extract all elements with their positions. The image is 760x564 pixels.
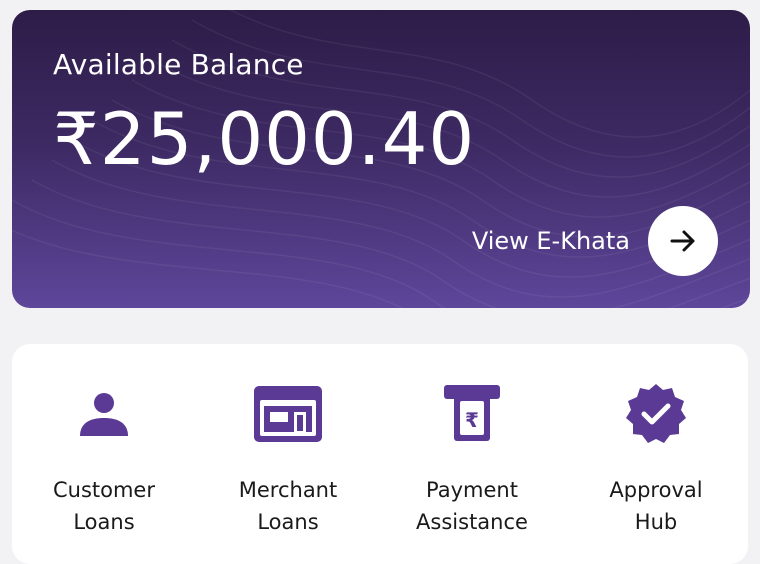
payment-assistance-tile[interactable]: ₹ Payment Assistance xyxy=(380,344,564,552)
view-ekhata-link[interactable]: View E-Khata xyxy=(472,206,718,276)
person-icon xyxy=(64,378,144,450)
ekhata-arrow-button[interactable] xyxy=(648,206,718,276)
balance-label: Available Balance xyxy=(53,48,304,81)
verified-badge-icon xyxy=(616,378,696,450)
balance-amount: ₹25,000.40 xyxy=(53,97,476,181)
rupee-atm-icon: ₹ xyxy=(432,378,512,450)
merchant-loans-label-line1: Merchant xyxy=(238,478,338,502)
services-panel: Customer Loans Merchant Loans ₹ Payment … xyxy=(12,344,748,564)
approval-hub-label-line2: Hub xyxy=(634,510,678,534)
storefront-icon xyxy=(248,378,328,450)
balance-card: Available Balance ₹25,000.40 View E-Khat… xyxy=(12,10,750,308)
approval-hub-tile[interactable]: Approval Hub xyxy=(564,344,748,552)
merchant-loans-label-line2: Loans xyxy=(257,510,319,534)
svg-text:₹: ₹ xyxy=(465,408,479,432)
customer-loans-label-line1: Customer xyxy=(52,478,155,502)
approval-hub-label-line1: Approval xyxy=(609,478,703,502)
arrow-right-icon xyxy=(670,230,695,252)
view-ekhata-label: View E-Khata xyxy=(471,227,630,255)
payment-assistance-label-line2: Assistance xyxy=(416,510,528,534)
payment-assistance-label-line1: Payment xyxy=(426,478,518,502)
customer-loans-label-line2: Loans xyxy=(73,510,135,534)
merchant-loans-tile[interactable]: Merchant Loans xyxy=(196,344,380,552)
customer-loans-tile[interactable]: Customer Loans xyxy=(12,344,196,552)
